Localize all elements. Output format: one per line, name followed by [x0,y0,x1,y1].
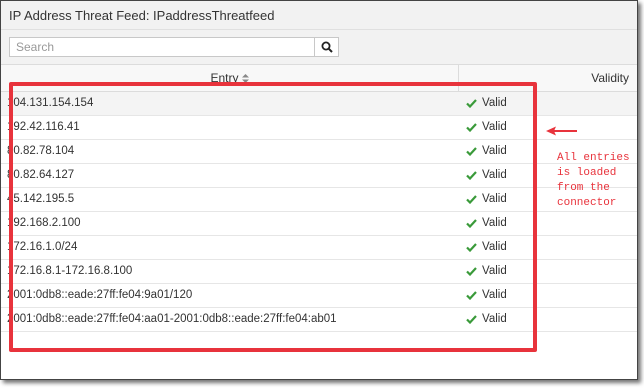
annotation-note: All entries is loaded from the connector [557,152,630,209]
search-row [1,30,637,64]
arrow-left-icon [546,126,577,136]
highlight-box [9,82,537,352]
title-bar: IP Address Threat Feed: IPaddressThreatf… [1,1,637,30]
search-icon [321,41,333,53]
search-input[interactable] [10,38,314,56]
search-button[interactable] [315,37,339,57]
threat-feed-window: IP Address Threat Feed: IPaddressThreatf… [0,0,638,380]
window-title: IP Address Threat Feed: IPaddressThreatf… [9,8,275,23]
search-box[interactable] [9,37,315,57]
column-label-validity: Validity [591,71,629,85]
